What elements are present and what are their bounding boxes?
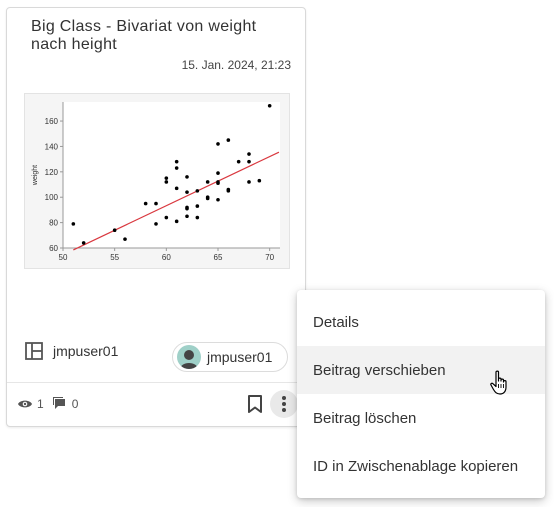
y-tick-label: 160	[45, 117, 59, 126]
views-count: 1	[37, 396, 44, 411]
views-stat: 1	[17, 397, 44, 411]
data-point	[226, 189, 231, 193]
menu-item-delete-post[interactable]: Beitrag löschen	[297, 394, 545, 442]
chart-thumbnail[interactable]: 60 80 100 120 140 160 50 55 60 65 70 weight	[24, 93, 290, 269]
workspace-icon	[25, 342, 43, 360]
data-point	[143, 201, 148, 206]
data-point	[185, 175, 189, 179]
plot-area	[63, 102, 280, 248]
y-axis-label: weight	[32, 165, 39, 186]
data-point	[185, 190, 189, 194]
owner-name[interactable]: jmpuser01	[53, 343, 118, 359]
footer-divider	[7, 382, 305, 383]
x-tick-label: 55	[110, 253, 119, 262]
data-point	[247, 159, 251, 164]
data-point	[247, 152, 251, 156]
data-point	[205, 180, 210, 184]
x-tick-label: 50	[59, 253, 68, 262]
data-point	[195, 204, 200, 208]
data-point	[185, 214, 189, 219]
comment-icon	[52, 397, 65, 409]
x-tick-label: 70	[265, 253, 274, 262]
data-point	[216, 181, 220, 186]
data-point	[267, 104, 272, 108]
data-point	[247, 180, 251, 184]
x-tick-label: 60	[162, 253, 171, 262]
data-point	[164, 176, 169, 180]
data-point	[71, 222, 76, 226]
data-point	[174, 159, 179, 164]
data-point	[236, 159, 241, 164]
data-point	[216, 171, 220, 175]
scatter-chart: 60 80 100 120 140 160 50 55 60 65 70 weight	[32, 102, 280, 262]
eye-icon	[18, 400, 32, 407]
data-point	[226, 138, 231, 142]
stats-row: 1 0	[17, 396, 86, 411]
chip-name: jmpuser01	[207, 349, 273, 365]
y-tick-label: 140	[45, 142, 59, 151]
owner-row: jmpuser01	[25, 342, 118, 360]
data-point	[195, 189, 200, 193]
data-point	[164, 180, 169, 184]
card-date: 15. Jan. 2024, 21:23	[181, 58, 291, 72]
data-point	[164, 215, 169, 220]
user-chip[interactable]: jmpuser01	[172, 342, 288, 372]
card-title[interactable]: Big Class - Bivariat von weight nach hei…	[31, 18, 291, 54]
hand-cursor-icon	[490, 370, 507, 395]
bookmark-icon[interactable]	[246, 394, 264, 414]
data-point	[174, 186, 179, 191]
data-point	[216, 197, 220, 202]
avatar	[177, 345, 201, 369]
data-point	[81, 241, 86, 245]
more-options-button[interactable]	[270, 390, 298, 418]
y-tick-label: 120	[45, 168, 59, 177]
x-tick-label: 65	[214, 253, 223, 262]
post-card[interactable]: Big Class - Bivariat von weight nach hei…	[6, 7, 306, 427]
data-point	[174, 166, 179, 170]
y-tick-label: 80	[49, 219, 58, 228]
menu-item-details[interactable]: Details	[297, 298, 545, 346]
data-point	[154, 201, 158, 206]
data-point	[174, 219, 179, 224]
data-point	[257, 178, 262, 183]
person-icon	[180, 350, 198, 369]
data-point	[123, 237, 127, 241]
y-tick-label: 60	[49, 244, 58, 253]
data-point	[112, 228, 117, 233]
y-tick-label: 100	[45, 193, 59, 202]
data-point	[205, 196, 210, 201]
comments-count: 0	[71, 396, 79, 411]
menu-item-copy-id[interactable]: ID in Zwischenablage kopieren	[297, 442, 545, 490]
data-point	[154, 222, 158, 226]
data-point	[216, 142, 220, 146]
data-point	[185, 206, 189, 211]
comments-stat: 0	[52, 396, 79, 411]
data-point	[195, 215, 200, 220]
more-vertical-icon	[282, 396, 286, 412]
